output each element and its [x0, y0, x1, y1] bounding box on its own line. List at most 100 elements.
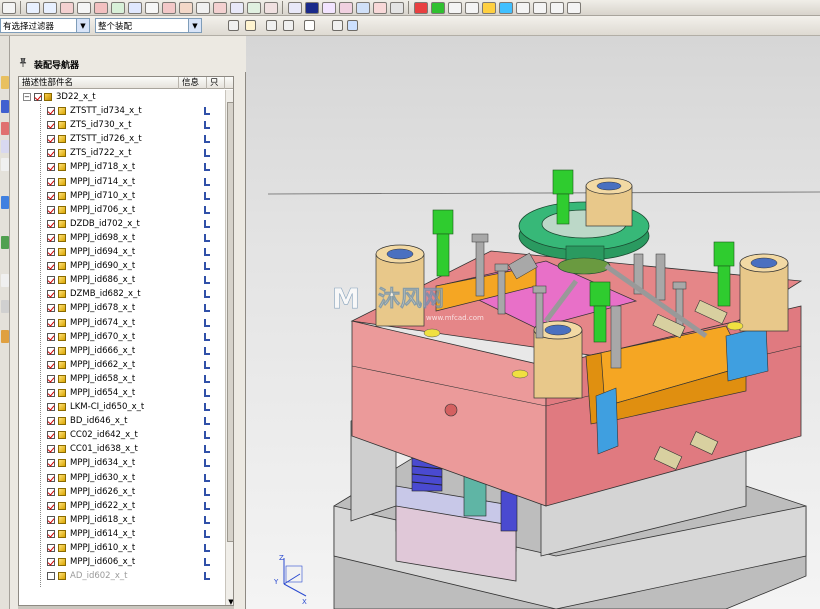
target-icon[interactable] [1, 140, 9, 153]
visibility-checkbox[interactable] [47, 417, 55, 426]
angle-icon[interactable] [246, 1, 261, 14]
tree-row[interactable]: MPPJ_id714_x_t [19, 175, 225, 189]
info-icon[interactable] [204, 233, 210, 242]
tree-row[interactable]: MPPJ_id654_x_t [19, 386, 225, 400]
info-icon[interactable] [204, 515, 210, 524]
info-icon[interactable] [204, 107, 210, 116]
visibility-checkbox[interactable] [47, 431, 55, 440]
tree-vertical-scrollbar[interactable]: ▼ [225, 90, 233, 605]
select-icon[interactable] [245, 20, 256, 31]
render-icon[interactable] [304, 1, 319, 14]
section-icon[interactable] [110, 1, 125, 14]
tree-row[interactable]: MPPJ_id622_x_t [19, 499, 225, 513]
grid-icon[interactable] [59, 1, 74, 14]
snap-icon[interactable] [1, 1, 16, 14]
info-icon[interactable] [204, 572, 210, 581]
tree-row[interactable]: MPPJ_id674_x_t [19, 316, 225, 330]
chevron-down-icon[interactable]: ▼ [226, 597, 233, 605]
visibility-checkbox[interactable] [47, 360, 55, 369]
tree-row[interactable]: MPPJ_id686_x_t [19, 273, 225, 287]
info-icon[interactable] [204, 403, 210, 412]
visibility-checkbox[interactable] [47, 459, 55, 468]
diamond-icon[interactable] [430, 1, 445, 14]
curve-icon[interactable] [532, 1, 547, 14]
ball-icon[interactable] [338, 1, 353, 14]
arrow-icon[interactable] [266, 20, 277, 31]
tree-row[interactable]: MPPJ_id626_x_t [19, 485, 225, 499]
tree-row[interactable]: MPPJ_id630_x_t [19, 471, 225, 485]
info-icon[interactable] [204, 374, 210, 383]
visibility-checkbox[interactable] [47, 388, 55, 397]
visibility-checkbox[interactable] [47, 445, 55, 454]
visibility-checkbox[interactable] [47, 304, 55, 313]
move-icon[interactable] [195, 1, 210, 14]
info-icon[interactable] [204, 417, 210, 426]
info-icon[interactable] [204, 544, 210, 552]
info-icon[interactable] [204, 135, 210, 144]
info-icon[interactable] [204, 459, 210, 468]
visibility-checkbox[interactable] [47, 290, 55, 299]
visibility-checkbox[interactable] [47, 473, 55, 482]
measure-icon[interactable] [212, 1, 227, 14]
info-icon[interactable] [204, 346, 210, 355]
visibility-checkbox[interactable] [47, 572, 55, 581]
gear-icon[interactable] [389, 1, 404, 14]
collapse-icon[interactable]: − [23, 93, 31, 101]
visibility-checkbox[interactable] [34, 93, 42, 101]
tree-row[interactable]: MPPJ_id618_x_t [19, 513, 225, 527]
tree-row[interactable]: BD_id646_x_t [19, 414, 225, 428]
visibility-checkbox[interactable] [47, 332, 55, 341]
part-icon[interactable] [1, 122, 9, 135]
visibility-checkbox[interactable] [47, 135, 55, 144]
visibility-checkbox[interactable] [47, 374, 55, 383]
info-icon[interactable] [204, 276, 210, 285]
info-icon[interactable] [204, 304, 210, 313]
tree-root-row[interactable]: − 3D22_x_t [19, 90, 225, 104]
tree-row[interactable]: MPPJ_id610_x_t [19, 541, 225, 555]
visibility-checkbox[interactable] [47, 191, 55, 200]
sphere-icon[interactable] [355, 1, 370, 14]
visibility-checkbox[interactable] [47, 529, 55, 538]
sketch-icon[interactable] [263, 1, 278, 14]
info-icon[interactable] [204, 529, 210, 538]
boxes-icon[interactable] [464, 1, 479, 14]
analysis-icon[interactable] [287, 1, 302, 14]
tree-row[interactable]: ZTS_id722_x_t [19, 146, 225, 160]
pencil-icon[interactable] [549, 1, 564, 14]
info-icon[interactable] [204, 558, 210, 567]
cube-blue-icon[interactable] [347, 20, 358, 31]
chevron-down-icon[interactable]: ▼ [76, 19, 89, 32]
type-filter-dropdown[interactable]: 有选择过滤器 ▼ [0, 18, 90, 33]
visibility-checkbox[interactable] [47, 276, 55, 285]
info-icon[interactable] [204, 149, 210, 158]
clock-icon[interactable] [1, 274, 9, 287]
tree-row[interactable]: DZDB_id702_x_t [19, 217, 225, 231]
cube-red-icon[interactable] [413, 1, 428, 14]
arrow-icon-2[interactable] [283, 20, 294, 31]
visibility-checkbox[interactable] [47, 107, 55, 116]
tree-row[interactable]: AD_id602_x_t [19, 569, 225, 583]
component-icon[interactable] [144, 1, 159, 14]
tree-row[interactable]: MPPJ_id710_x_t [19, 189, 225, 203]
visibility-checkbox[interactable] [47, 219, 55, 228]
view-icon[interactable] [25, 1, 40, 14]
tree-row[interactable]: MPPJ_id666_x_t [19, 344, 225, 358]
snap-point-icon[interactable] [228, 20, 239, 31]
tree-row[interactable]: MPPJ_id694_x_t [19, 245, 225, 259]
fit-icon[interactable] [76, 1, 91, 14]
visibility-checkbox[interactable] [47, 233, 55, 242]
tree-row[interactable]: MPPJ_id698_x_t [19, 231, 225, 245]
tree-row[interactable]: CC01_id638_x_t [19, 442, 225, 456]
info-icon[interactable] [204, 318, 210, 327]
tree-row[interactable]: MPPJ_id606_x_t [19, 555, 225, 569]
visibility-checkbox[interactable] [47, 318, 55, 327]
info-icon[interactable] [204, 431, 210, 440]
tree-row[interactable]: MPPJ_id690_x_t [19, 259, 225, 273]
visibility-checkbox[interactable] [47, 558, 55, 567]
line-icon[interactable] [515, 1, 530, 14]
info-icon[interactable] [204, 473, 210, 482]
folder-icon[interactable] [1, 76, 9, 89]
visibility-checkbox[interactable] [47, 248, 55, 257]
visibility-checkbox[interactable] [47, 205, 55, 214]
tree-row[interactable]: CC02_id642_x_t [19, 428, 225, 442]
